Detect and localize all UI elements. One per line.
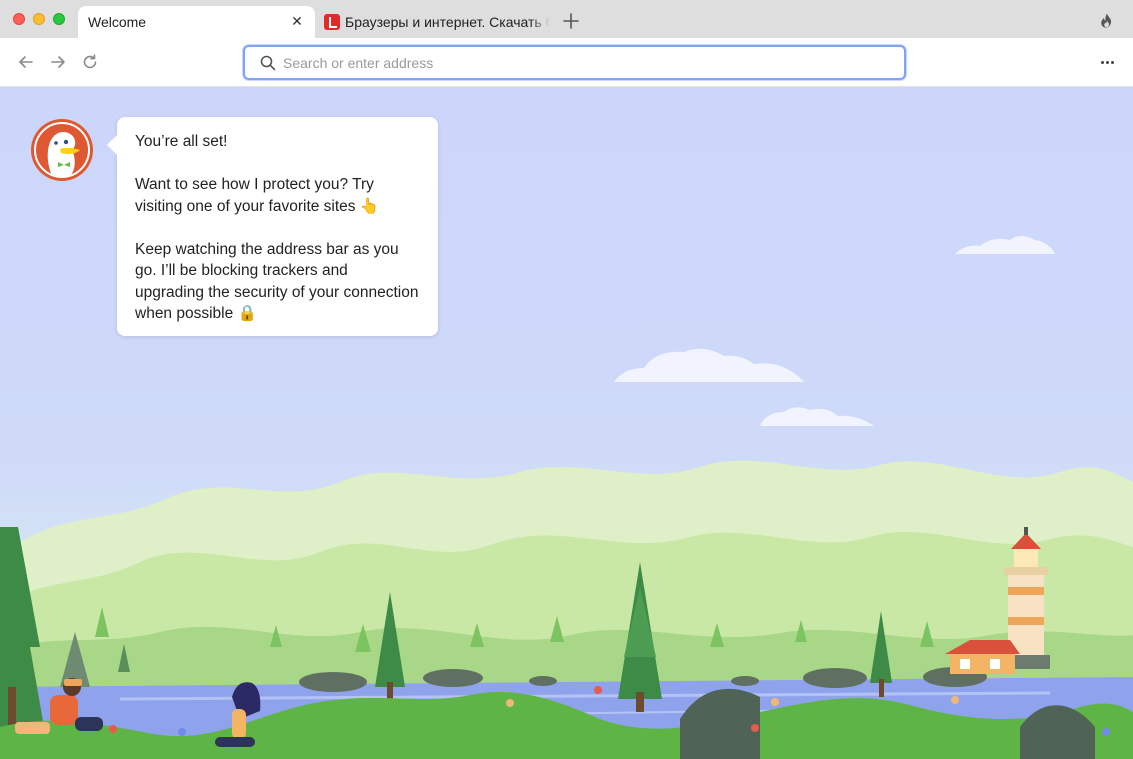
more-horizontal-icon[interactable]: [1096, 52, 1118, 72]
tab-welcome[interactable]: Welcome ✕: [78, 6, 315, 38]
welcome-page: You’re all set! Want to see how I protec…: [0, 87, 1133, 759]
welcome-message-bubble: You’re all set! Want to see how I protec…: [107, 117, 438, 336]
welcome-paragraph-2: Keep watching the address bar as you go.…: [135, 240, 419, 323]
close-window-button[interactable]: [13, 13, 25, 25]
arrow-right-icon[interactable]: [48, 52, 68, 72]
search-icon: [260, 55, 276, 71]
cloud-shape: [614, 236, 1055, 426]
zoom-window-button[interactable]: [53, 13, 65, 25]
red-document-icon: [324, 14, 340, 30]
close-tab-icon[interactable]: ✕: [289, 13, 305, 29]
navigation-bar: [0, 38, 1133, 87]
duckduckgo-logo-icon: [31, 119, 93, 181]
tab-browsers[interactable]: Браузеры и интернет. Скачать бесплатно: [324, 6, 550, 38]
arrow-left-icon[interactable]: [16, 52, 36, 72]
address-bar[interactable]: [243, 45, 906, 80]
tab-bar: Welcome ✕ Браузеры и интернет. Скачать б…: [0, 0, 1133, 38]
plus-icon[interactable]: [562, 12, 580, 30]
welcome-heading: You’re all set!: [135, 133, 228, 150]
welcome-paragraph-1: Want to see how I protect you? Try visit…: [135, 176, 380, 215]
fire-icon[interactable]: [1098, 12, 1116, 30]
tab-label: Welcome: [88, 14, 147, 30]
minimize-window-button[interactable]: [33, 13, 45, 25]
reload-icon[interactable]: [80, 52, 100, 72]
tab-label: Браузеры и интернет. Скачать бесплатно: [345, 14, 550, 30]
address-input[interactable]: [283, 52, 883, 74]
